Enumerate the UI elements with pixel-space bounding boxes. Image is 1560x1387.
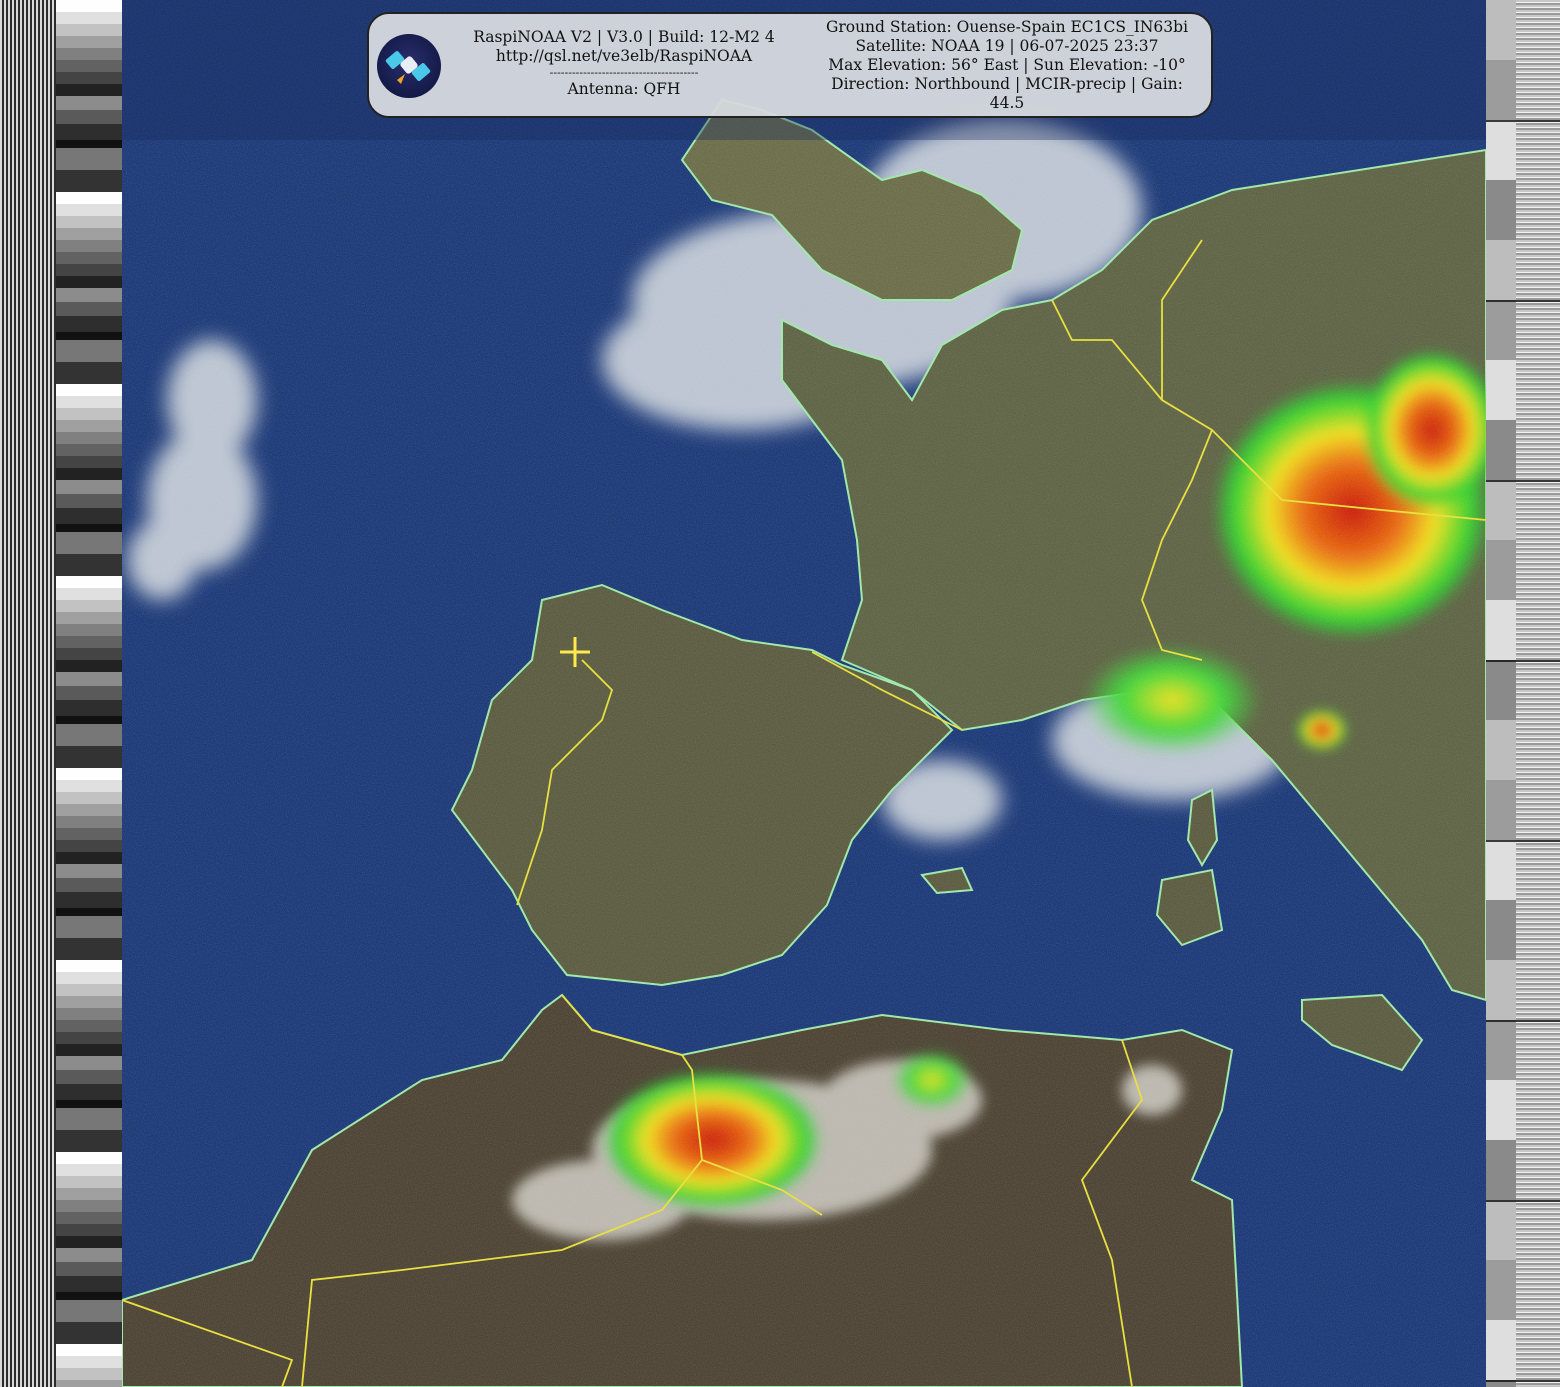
software-version: RaspiNOAA V2 | V3.0 | Build: 12-M2 4 xyxy=(473,28,775,46)
mcir-precip-map xyxy=(122,0,1486,1387)
satellite-icon xyxy=(377,34,441,98)
ground-station: Ground Station: Ouense-Spain EC1CS_IN63b… xyxy=(825,18,1189,36)
telemetry-strip-left xyxy=(56,0,123,1387)
antenna-label: Antenna: QFH xyxy=(567,80,681,98)
software-info: RaspiNOAA V2 | V3.0 | Build: 12-M2 4 htt… xyxy=(449,28,799,99)
pass-details: Ground Station: Ouense-Spain EC1CS_IN63b… xyxy=(815,18,1199,113)
minute-markers xyxy=(1486,0,1560,1387)
weather-satellite-image: RaspiNOAA V2 | V3.0 | Build: 12-M2 4 htt… xyxy=(0,0,1560,1387)
gain-value: 44.5 xyxy=(989,94,1025,112)
pass-info-panel: RaspiNOAA V2 | V3.0 | Build: 12-M2 4 htt… xyxy=(367,12,1213,118)
sync-a-strip xyxy=(0,0,56,1387)
elevation-info: Max Elevation: 56° East | Sun Elevation:… xyxy=(828,56,1186,74)
satellite-pass: Satellite: NOAA 19 | 06-07-2025 23:37 xyxy=(855,37,1159,55)
separator: ---------------------------------------- xyxy=(549,66,699,79)
direction-info: Direction: Northbound | MCIR-precip | Ga… xyxy=(831,75,1183,93)
project-url: http://qsl.net/ve3elb/RaspiNOAA xyxy=(495,47,753,65)
